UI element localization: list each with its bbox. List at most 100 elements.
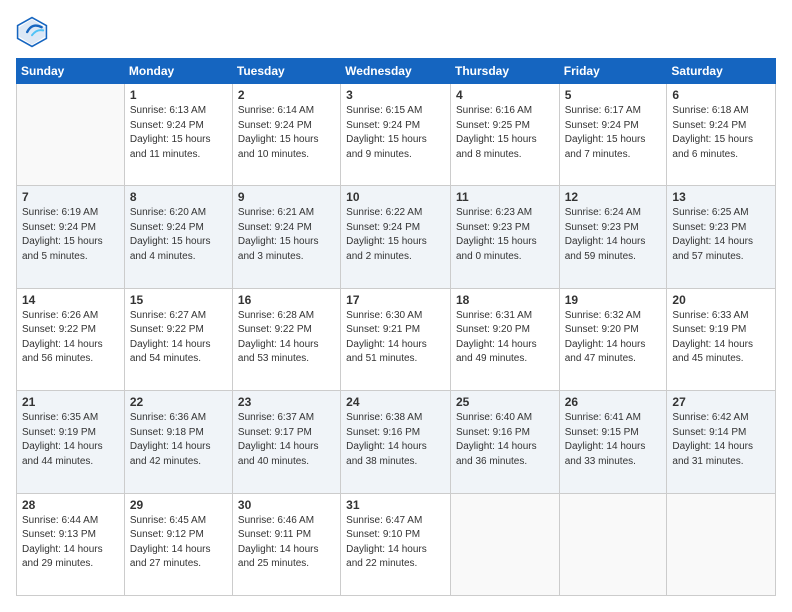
calendar-week-row: 14 Sunrise: 6:26 AMSunset: 9:22 PMDayligh… <box>17 288 776 390</box>
logo <box>16 16 52 48</box>
calendar-cell <box>667 493 776 595</box>
cell-details: Sunrise: 6:30 AMSunset: 9:21 PMDaylight:… <box>346 309 445 367</box>
day-number: 24 <box>346 395 445 409</box>
cell-details: Sunrise: 6:28 AMSunset: 9:22 PMDaylight:… <box>238 309 335 367</box>
calendar-cell: 22Sunrise: 6:36 AMSunset: 9:18 PMDayligh… <box>124 391 232 493</box>
day-number: 30 <box>238 498 335 512</box>
cell-details: Sunrise: 6:32 AMSunset: 9:20 PMDaylight:… <box>565 309 662 367</box>
day-number: 11 <box>456 190 554 204</box>
day-number: 23 <box>238 395 335 409</box>
calendar-cell: 8 Sunrise: 6:20 AMSunset: 9:24 PMDaylight… <box>124 186 232 288</box>
calendar-cell: 29 Sunrise: 6:45 AMSunset: 9:12 PMDayligh… <box>124 493 232 595</box>
cell-details: Sunrise: 6:16 AMSunset: 9:25 PMDaylight:… <box>456 104 554 162</box>
cell-details: Sunrise: 6:13 AMSunset: 9:24 PMDaylight:… <box>130 104 227 162</box>
cell-details: Sunrise: 6:25 AMSunset: 9:23 PMDaylight:… <box>672 206 770 264</box>
calendar-cell: 16 Sunrise: 6:28 AMSunset: 9:22 PMDayligh… <box>232 288 340 390</box>
day-number: 21 <box>22 395 119 409</box>
cell-details: Sunrise: 6:47 AMSunset: 9:10 PMDaylight:… <box>346 514 445 572</box>
calendar-cell: 13 Sunrise: 6:25 AMSunset: 9:23 PMDayligh… <box>667 186 776 288</box>
calendar-week-row: 28 Sunrise: 6:44 AMSunset: 9:13 PMDayligh… <box>17 493 776 595</box>
calendar-cell <box>450 493 559 595</box>
day-number: 6 <box>672 88 770 102</box>
calendar-table: SundayMondayTuesdayWednesdayThursdayFrid… <box>16 58 776 596</box>
calendar-cell: 6 Sunrise: 6:18 AMSunset: 9:24 PMDaylight… <box>667 84 776 186</box>
calendar-week-row: 7Sunrise: 6:19 AMSunset: 9:24 PMDaylight… <box>17 186 776 288</box>
day-number: 29 <box>130 498 227 512</box>
calendar-cell: 7Sunrise: 6:19 AMSunset: 9:24 PMDaylight… <box>17 186 125 288</box>
day-number: 10 <box>346 190 445 204</box>
day-of-week-header: Thursday <box>450 59 559 84</box>
calendar-cell: 28 Sunrise: 6:44 AMSunset: 9:13 PMDayligh… <box>17 493 125 595</box>
calendar-cell <box>17 84 125 186</box>
calendar-cell: 17Sunrise: 6:30 AMSunset: 9:21 PMDayligh… <box>341 288 451 390</box>
cell-details: Sunrise: 6:15 AMSunset: 9:24 PMDaylight:… <box>346 104 445 162</box>
cell-details: Sunrise: 6:18 AMSunset: 9:24 PMDaylight:… <box>672 104 770 162</box>
cell-details: Sunrise: 6:45 AMSunset: 9:12 PMDaylight:… <box>130 514 227 572</box>
day-of-week-header: Sunday <box>17 59 125 84</box>
calendar-cell: 9Sunrise: 6:21 AMSunset: 9:24 PMDaylight… <box>232 186 340 288</box>
calendar-cell: 14 Sunrise: 6:26 AMSunset: 9:22 PMDayligh… <box>17 288 125 390</box>
day-of-week-header: Friday <box>559 59 667 84</box>
calendar-cell: 15Sunrise: 6:27 AMSunset: 9:22 PMDayligh… <box>124 288 232 390</box>
calendar-cell: 19 Sunrise: 6:32 AMSunset: 9:20 PMDayligh… <box>559 288 667 390</box>
page: SundayMondayTuesdayWednesdayThursdayFrid… <box>0 0 792 612</box>
day-of-week-header: Monday <box>124 59 232 84</box>
cell-details: Sunrise: 6:42 AMSunset: 9:14 PMDaylight:… <box>672 411 770 469</box>
day-number: 18 <box>456 293 554 307</box>
cell-details: Sunrise: 6:19 AMSunset: 9:24 PMDaylight:… <box>22 206 119 264</box>
day-number: 25 <box>456 395 554 409</box>
day-number: 13 <box>672 190 770 204</box>
day-number: 3 <box>346 88 445 102</box>
day-number: 1 <box>130 88 227 102</box>
calendar-cell: 3 Sunrise: 6:15 AMSunset: 9:24 PMDaylight… <box>341 84 451 186</box>
day-number: 19 <box>565 293 662 307</box>
cell-details: Sunrise: 6:17 AMSunset: 9:24 PMDaylight:… <box>565 104 662 162</box>
cell-details: Sunrise: 6:31 AMSunset: 9:20 PMDaylight:… <box>456 309 554 367</box>
calendar-cell: 26Sunrise: 6:41 AMSunset: 9:15 PMDayligh… <box>559 391 667 493</box>
calendar-cell: 23 Sunrise: 6:37 AMSunset: 9:17 PMDayligh… <box>232 391 340 493</box>
day-number: 12 <box>565 190 662 204</box>
cell-details: Sunrise: 6:24 AMSunset: 9:23 PMDaylight:… <box>565 206 662 264</box>
calendar-cell: 1 Sunrise: 6:13 AMSunset: 9:24 PMDaylight… <box>124 84 232 186</box>
day-of-week-header: Tuesday <box>232 59 340 84</box>
day-number: 26 <box>565 395 662 409</box>
cell-details: Sunrise: 6:20 AMSunset: 9:24 PMDaylight:… <box>130 206 227 264</box>
calendar-header-row: SundayMondayTuesdayWednesdayThursdayFrid… <box>17 59 776 84</box>
cell-details: Sunrise: 6:33 AMSunset: 9:19 PMDaylight:… <box>672 309 770 367</box>
calendar-cell: 24Sunrise: 6:38 AMSunset: 9:16 PMDayligh… <box>341 391 451 493</box>
day-number: 8 <box>130 190 227 204</box>
cell-details: Sunrise: 6:21 AMSunset: 9:24 PMDaylight:… <box>238 206 335 264</box>
header <box>16 16 776 48</box>
cell-details: Sunrise: 6:14 AMSunset: 9:24 PMDaylight:… <box>238 104 335 162</box>
calendar-cell: 5Sunrise: 6:17 AMSunset: 9:24 PMDaylight… <box>559 84 667 186</box>
day-number: 2 <box>238 88 335 102</box>
calendar-cell: 18 Sunrise: 6:31 AMSunset: 9:20 PMDayligh… <box>450 288 559 390</box>
cell-details: Sunrise: 6:22 AMSunset: 9:24 PMDaylight:… <box>346 206 445 264</box>
calendar-cell <box>559 493 667 595</box>
day-of-week-header: Saturday <box>667 59 776 84</box>
calendar-cell: 30 Sunrise: 6:46 AMSunset: 9:11 PMDayligh… <box>232 493 340 595</box>
calendar-week-row: 1 Sunrise: 6:13 AMSunset: 9:24 PMDaylight… <box>17 84 776 186</box>
day-number: 20 <box>672 293 770 307</box>
day-number: 14 <box>22 293 119 307</box>
cell-details: Sunrise: 6:44 AMSunset: 9:13 PMDaylight:… <box>22 514 119 572</box>
day-number: 16 <box>238 293 335 307</box>
cell-details: Sunrise: 6:36 AMSunset: 9:18 PMDaylight:… <box>130 411 227 469</box>
day-number: 4 <box>456 88 554 102</box>
calendar-cell: 4 Sunrise: 6:16 AMSunset: 9:25 PMDaylight… <box>450 84 559 186</box>
cell-details: Sunrise: 6:37 AMSunset: 9:17 PMDaylight:… <box>238 411 335 469</box>
cell-details: Sunrise: 6:35 AMSunset: 9:19 PMDaylight:… <box>22 411 119 469</box>
calendar-cell: 10 Sunrise: 6:22 AMSunset: 9:24 PMDayligh… <box>341 186 451 288</box>
calendar-cell: 2 Sunrise: 6:14 AMSunset: 9:24 PMDaylight… <box>232 84 340 186</box>
cell-details: Sunrise: 6:23 AMSunset: 9:23 PMDaylight:… <box>456 206 554 264</box>
calendar-cell: 25Sunrise: 6:40 AMSunset: 9:16 PMDayligh… <box>450 391 559 493</box>
day-of-week-header: Wednesday <box>341 59 451 84</box>
cell-details: Sunrise: 6:26 AMSunset: 9:22 PMDaylight:… <box>22 309 119 367</box>
day-number: 15 <box>130 293 227 307</box>
day-number: 28 <box>22 498 119 512</box>
calendar-cell: 27Sunrise: 6:42 AMSunset: 9:14 PMDayligh… <box>667 391 776 493</box>
cell-details: Sunrise: 6:46 AMSunset: 9:11 PMDaylight:… <box>238 514 335 572</box>
calendar-cell: 20 Sunrise: 6:33 AMSunset: 9:19 PMDayligh… <box>667 288 776 390</box>
calendar-week-row: 21 Sunrise: 6:35 AMSunset: 9:19 PMDayligh… <box>17 391 776 493</box>
day-number: 31 <box>346 498 445 512</box>
